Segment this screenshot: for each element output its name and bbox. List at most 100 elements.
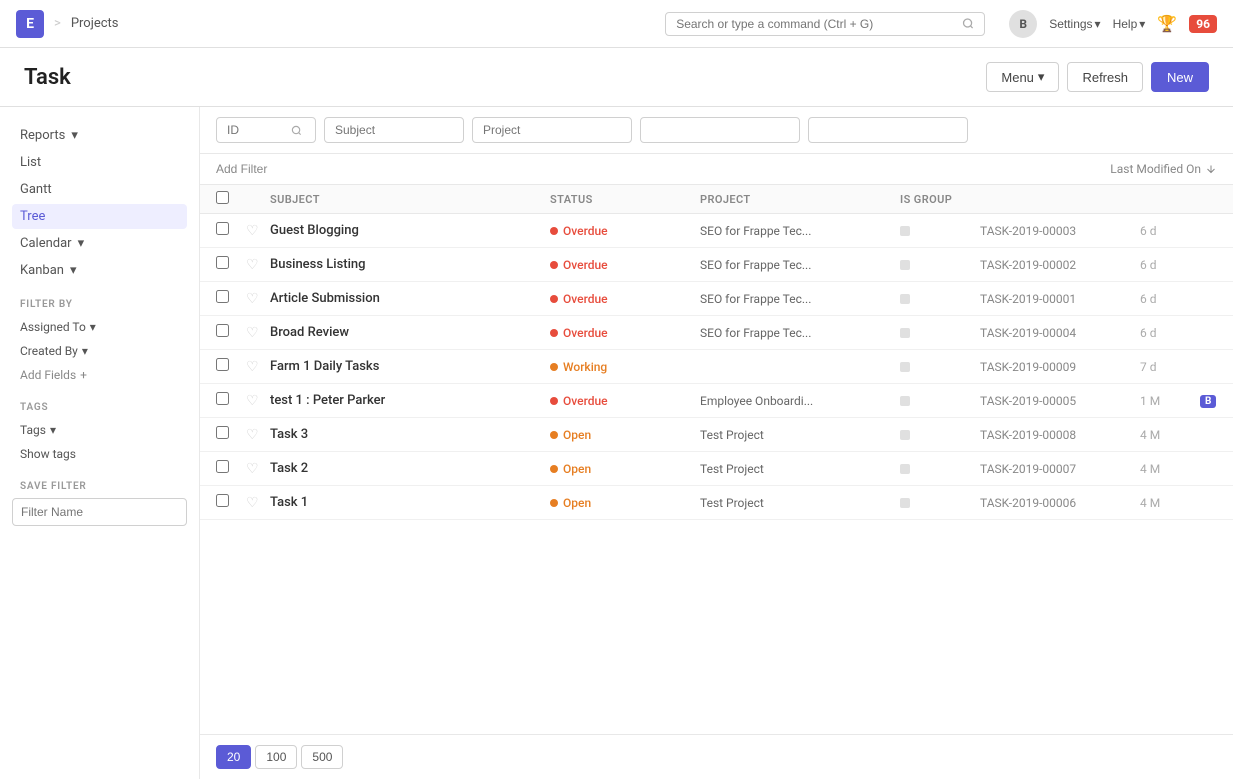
row-checkbox[interactable] [216,460,229,473]
is-group-indicator [900,226,910,236]
sort-icon [1205,163,1217,175]
row-checkbox-cell[interactable] [216,358,246,375]
is-group-indicator [900,430,910,440]
favorite-icon[interactable]: ♡ [246,359,259,375]
page-btn-500[interactable]: 500 [301,745,343,769]
row-checkbox[interactable] [216,426,229,439]
page-btn-20[interactable]: 20 [216,745,251,769]
row-checkbox-cell[interactable] [216,324,246,341]
is-group-header[interactable]: Is Group [900,193,980,206]
subject-header[interactable]: Subject [270,193,550,206]
row-checkbox-cell[interactable] [216,290,246,307]
row-checkbox-cell[interactable] [216,256,246,273]
row-favorite-cell[interactable]: ♡ [246,291,270,307]
row-favorite-cell[interactable]: ♡ [246,359,270,375]
chevron-down-icon: ▾ [71,128,78,143]
table-row[interactable]: ♡ Farm 1 Daily Tasks Working TASK-2019-0… [200,350,1233,384]
row-checkbox[interactable] [216,358,229,371]
status-text: Overdue [563,224,608,238]
row-checkbox[interactable] [216,256,229,269]
status-badge: Overdue [550,292,700,306]
row-checkbox[interactable] [216,222,229,235]
filter4-input[interactable] [640,117,800,143]
row-favorite-cell[interactable]: ♡ [246,495,270,511]
add-filter-button[interactable]: Add Filter [216,162,267,176]
filter-name-input[interactable] [12,498,187,526]
project-header[interactable]: Project [700,193,900,206]
table-row[interactable]: ♡ test 1 : Peter Parker Overdue Employee… [200,384,1233,418]
favorite-icon[interactable]: ♡ [246,427,259,443]
table-row[interactable]: ♡ Task 3 Open Test Project TASK-2019-000… [200,418,1233,452]
subject-filter-input[interactable] [324,117,464,143]
search-input[interactable] [676,17,954,31]
sidebar-item-calendar[interactable]: Calendar ▾ [12,231,187,256]
trophy-icon: 🏆 [1157,14,1177,33]
menu-button[interactable]: Menu ▾ [986,62,1059,92]
new-button[interactable]: New [1151,62,1209,92]
notification-badge[interactable]: 96 [1189,15,1217,33]
row-checkbox[interactable] [216,392,229,405]
page-actions: Menu ▾ Refresh New [986,62,1209,92]
table-row[interactable]: ♡ Business Listing Overdue SEO for Frapp… [200,248,1233,282]
sidebar-item-kanban[interactable]: Kanban ▾ [12,258,187,283]
page-btn-100[interactable]: 100 [255,745,297,769]
select-all-checkbox[interactable] [216,191,229,204]
add-filter-label: Add Filter [216,162,267,176]
filter-assigned-to[interactable]: Assigned To ▾ [12,316,187,338]
table-row[interactable]: ♡ Broad Review Overdue SEO for Frappe Te… [200,316,1233,350]
app-logo[interactable]: E [16,10,44,38]
table-row[interactable]: ♡ Task 1 Open Test Project TASK-2019-000… [200,486,1233,520]
favorite-icon[interactable]: ♡ [246,495,259,511]
breadcrumb-projects[interactable]: Projects [71,16,119,31]
search-icon [962,17,974,30]
favorite-icon[interactable]: ♡ [246,223,259,239]
favorite-icon[interactable]: ♡ [246,461,259,477]
status-text: Overdue [563,326,608,340]
refresh-button[interactable]: Refresh [1067,62,1143,92]
settings-button[interactable]: Settings ▾ [1049,17,1100,31]
sidebar-item-list[interactable]: List [12,150,187,175]
status-dot [550,431,558,439]
row-checkbox-cell[interactable] [216,460,246,477]
row-favorite-cell[interactable]: ♡ [246,257,270,273]
row-checkbox[interactable] [216,324,229,337]
row-favorite-cell[interactable]: ♡ [246,393,270,409]
favorite-icon[interactable]: ♡ [246,257,259,273]
status-text: Open [563,428,591,442]
global-search[interactable] [665,12,985,36]
row-checkbox-cell[interactable] [216,494,246,511]
task-id: TASK-2019-00005 [980,394,1140,408]
favorite-icon[interactable]: ♡ [246,393,259,409]
favorite-icon[interactable]: ♡ [246,291,259,307]
sidebar-item-gantt[interactable]: Gantt [12,177,187,202]
tags-filter[interactable]: Tags ▾ [12,419,187,441]
status-header[interactable]: Status [550,193,700,206]
row-checkbox[interactable] [216,290,229,303]
time-ago: 4 M [1140,462,1200,476]
sidebar-item-reports[interactable]: Reports ▾ [12,123,187,148]
id-filter[interactable] [216,117,316,143]
row-favorite-cell[interactable]: ♡ [246,427,270,443]
row-favorite-cell[interactable]: ♡ [246,325,270,341]
filter-created-by[interactable]: Created By ▾ [12,340,187,362]
select-all-cell[interactable] [216,191,246,207]
filter5-input[interactable] [808,117,968,143]
show-tags-button[interactable]: Show tags [12,443,187,465]
id-filter-input[interactable] [227,123,287,137]
help-button[interactable]: Help ▾ [1113,17,1146,31]
table-row[interactable]: ♡ Article Submission Overdue SEO for Fra… [200,282,1233,316]
row-favorite-cell[interactable]: ♡ [246,461,270,477]
favorite-icon[interactable]: ♡ [246,325,259,341]
row-favorite-cell[interactable]: ♡ [246,223,270,239]
table-row[interactable]: ♡ Guest Blogging Overdue SEO for Frappe … [200,214,1233,248]
project-filter-input[interactable] [472,117,632,143]
add-fields-button[interactable]: Add Fields + [12,364,187,386]
table-row[interactable]: ♡ Task 2 Open Test Project TASK-2019-000… [200,452,1233,486]
status-badge: Working [550,360,700,374]
row-checkbox[interactable] [216,494,229,507]
sidebar-item-tree[interactable]: Tree [12,204,187,229]
time-ago: 6 d [1140,326,1200,340]
row-checkbox-cell[interactable] [216,222,246,239]
row-checkbox-cell[interactable] [216,426,246,443]
row-checkbox-cell[interactable] [216,392,246,409]
